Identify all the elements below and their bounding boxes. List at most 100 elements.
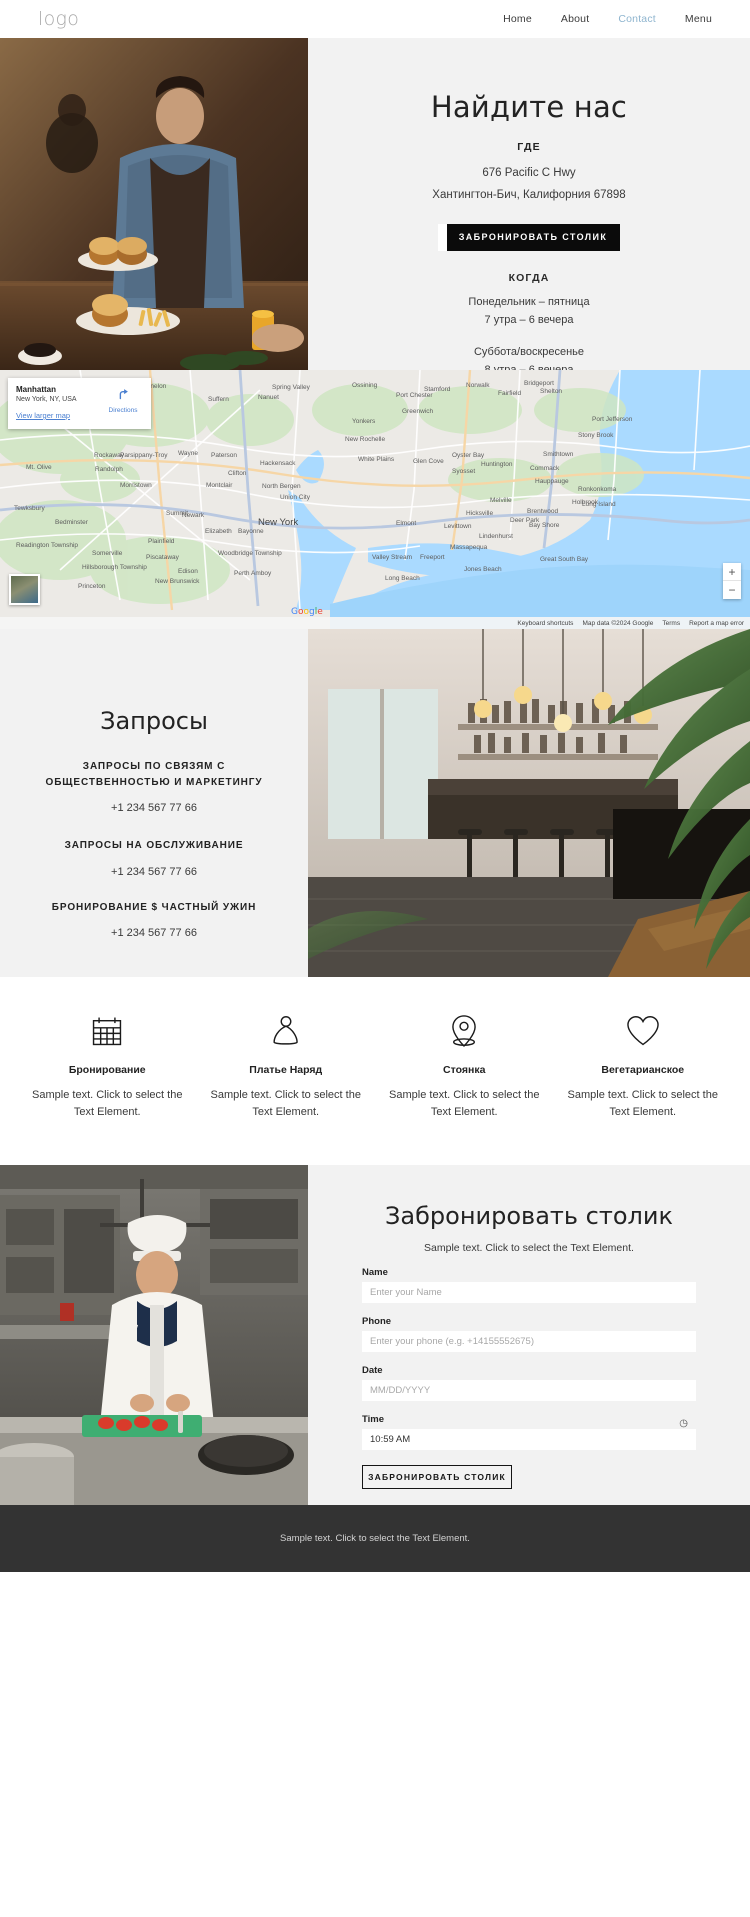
heart-icon [564,1007,723,1055]
map-location-card[interactable]: Manhattan New York, NY, USA View larger … [8,378,151,429]
map-place-label: Union City [280,494,310,501]
field-name: Name [362,1267,696,1304]
map-place-label: Valley Stream [372,554,412,561]
map-place-label: Edison [178,568,198,575]
terms-link[interactable]: Terms [662,620,680,627]
hours-weekday-time: 7 утра – 6 вечера [484,313,574,326]
map-zoom-in-button[interactable]: + [723,563,741,581]
feature-title-reservation: Бронирование [68,1064,146,1076]
hero-book-button-wrap: ЗАБРОНИРОВАТЬ СТОЛИК [438,223,620,251]
map-place-label: Oyster Bay [452,452,485,459]
hero-photo-illustration [0,38,308,370]
map-place-label: Smithtown [543,451,574,458]
address-line-2: Хантингтон-Бич, Калифорния 67898 [432,189,626,202]
map-place-label: Lindenhurst [479,533,513,540]
feature-dress-code: Платье Наряд Sample text. Click to selec… [197,1007,376,1121]
enquiry-phone-service[interactable]: +1 234 567 77 66 [26,866,282,878]
map-place-label: Mt. Olive [26,464,52,471]
where-label: ГДЕ [517,141,541,153]
map-place-label: New Brunswick [155,578,200,585]
directions-label: Directions [108,407,138,414]
map-place-label: Somerville [92,550,123,557]
map-place-label: Stony Brook [578,432,614,439]
booking-subtitle: Sample text. Click to select the Text El… [424,1242,634,1255]
site-footer: Sample text. Click to select the Text El… [0,1505,750,1573]
map-place-label: New Rochelle [345,436,386,443]
phone-input[interactable] [362,1331,696,1353]
field-date: Date [362,1365,696,1402]
field-label-time: Time [362,1414,385,1426]
map-place-label: New York [258,517,299,528]
map-place-label: Huntington [481,461,513,468]
enquiries-title: Запросы [100,707,208,735]
enquiry-heading-service: ЗАПРОСЫ НА ОБСЛУЖИВАНИЕ [64,840,244,851]
google-logo: Google [291,607,323,617]
map-place-label: Suffern [208,396,229,403]
site-header: logo Home About Contact Menu [0,0,750,38]
map-data-credit: Map data ©2024 Google [582,619,654,627]
map-place-label: Glen Cove [413,458,444,465]
name-input[interactable] [362,1282,696,1304]
map-place-label: Fairfield [498,390,522,397]
nav-item-about[interactable]: About [561,13,589,25]
map-place-label: Port Jefferson [592,416,633,423]
map-place-label: White Plains [358,456,395,463]
enquiry-heading-private: БРОНИРОВАНИЕ $ ЧАСТНЫЙ УЖИН [51,901,257,913]
date-input[interactable] [362,1380,696,1402]
booking-section: Забронировать столик Sample text. Click … [0,1165,750,1506]
feature-text-reservation: Sample text. Click to select the Text El… [32,1089,183,1119]
view-larger-map-link[interactable]: View larger map [16,411,70,420]
map-place-label: North Bergen [262,483,301,490]
report-map-error-link[interactable]: Report a map error [689,620,744,627]
nav-item-contact[interactable]: Contact [618,13,656,25]
map-place-label: Wayne [178,450,198,457]
nav-item-home[interactable]: Home [503,13,532,25]
map-place-label: Nanuet [258,394,279,401]
google-map-embed[interactable]: Yonkers New Rochelle New York Newark Elmont H… [0,370,750,629]
booking-photo-chef [0,1165,308,1506]
map-place-label: Syosset [452,468,476,475]
feature-text-parking: Sample text. Click to select the Text El… [389,1089,540,1119]
map-place-label: Montclair [206,482,233,489]
map-directions-button[interactable]: Directions [102,386,144,414]
map-place-label: Elmont [396,520,417,527]
street-view-thumbnail[interactable] [9,574,40,605]
map-place-label: Elizabeth [205,528,232,535]
keyboard-shortcuts-link[interactable]: Keyboard shortcuts [517,620,573,627]
field-label-date: Date [362,1365,383,1377]
booking-submit-button[interactable]: ЗАБРОНИРОВАТЬ СТОЛИК [362,1465,512,1490]
map-place-label: Hackensack [260,460,296,467]
map-place-label: Massapequa [450,544,488,551]
feature-title-parking: Стоянка [443,1064,486,1076]
map-place-label: Melville [490,497,512,504]
map-place-label: Perth Amboy [234,570,272,577]
enquiry-phone-pr[interactable]: +1 234 567 77 66 [26,802,282,814]
map-place-label: Plainfield [148,538,175,545]
map-place-label: Bayonne [238,528,264,535]
feature-text-dress-code: Sample text. Click to select the Text El… [210,1089,361,1119]
site-logo[interactable]: logo [38,8,79,30]
time-input[interactable] [362,1429,696,1451]
hero-book-table-button[interactable]: ЗАБРОНИРОВАТЬ СТОЛИК [438,223,620,251]
page-title: Найдите нас [430,90,628,124]
features-section: Бронирование Sample text. Click to selec… [0,977,750,1166]
map-place-label: Bridgeport [524,380,554,387]
map-place-label: Ronkonkoma [578,486,617,493]
nav-item-menu[interactable]: Menu [685,13,712,25]
enquiry-phone-private[interactable]: +1 234 567 77 66 [26,927,282,939]
map-place-label: Shelton [540,388,563,395]
map-place-label: Bedminster [55,519,88,526]
map-place-label: Princeton [78,583,106,590]
hours-weekday: Понедельник – пятница 7 утра – 6 вечера [364,293,694,329]
enquiries-section: Запросы ЗАПРОСЫ ПО СВЯЗЯМ С ОБЩЕСТВЕННОС… [0,629,750,977]
map-zoom-controls[interactable]: + − [723,563,741,599]
map-zoom-out-button[interactable]: − [723,581,741,599]
dress-icon [207,1007,366,1055]
directions-arrow-icon [119,389,128,400]
hours-weekend-days: Суббота/воскресенье [473,346,585,359]
field-label-name: Name [362,1267,388,1279]
map-place-label: Great South Bay [540,556,589,563]
map-place-label: Commack [530,465,560,472]
enquiries-photo-interior [308,629,750,977]
clock-icon[interactable]: ◷ [679,1418,688,1429]
